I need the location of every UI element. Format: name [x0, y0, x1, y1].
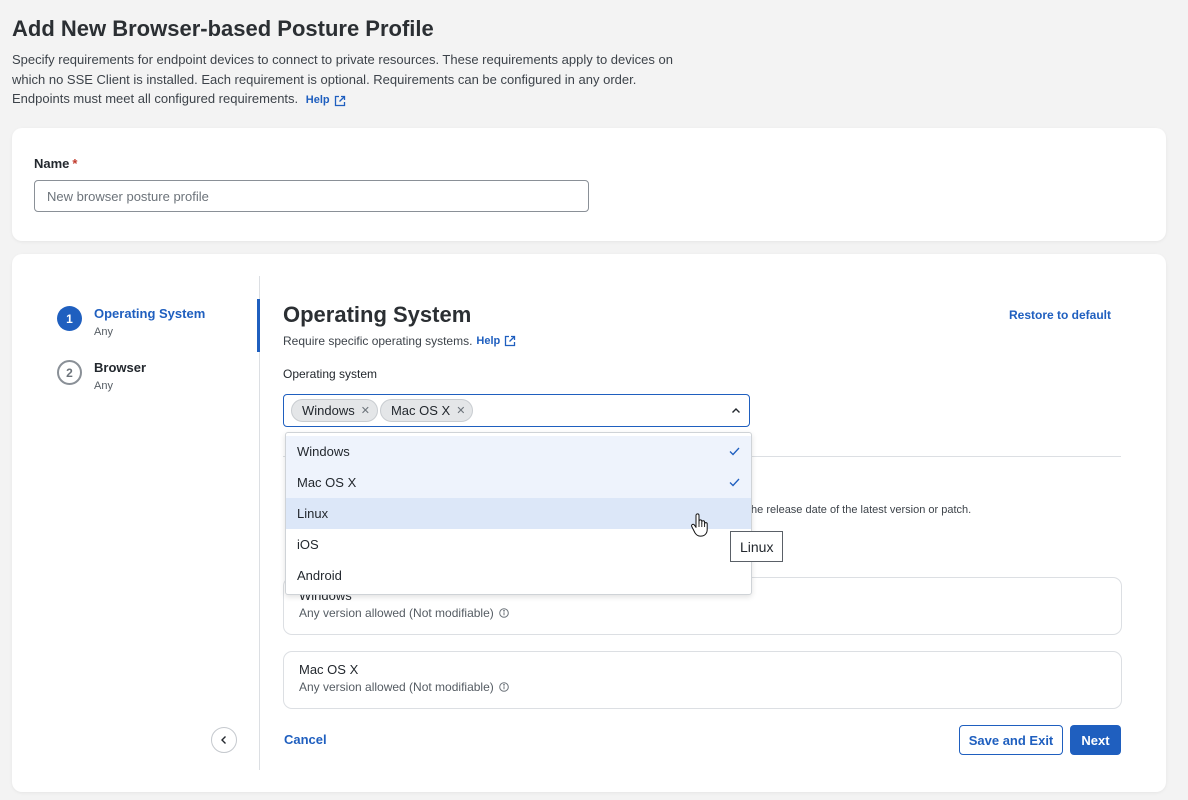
info-icon[interactable] [498, 608, 509, 618]
external-link-icon [334, 95, 345, 106]
linux-tooltip: Linux [730, 531, 784, 562]
section-help-label: Help [476, 335, 501, 347]
name-label: Name * [34, 156, 77, 171]
section-help-link[interactable]: Help [476, 335, 516, 347]
os-card-subtitle: Any version allowed (Not modifiable) [299, 606, 1106, 620]
name-input[interactable] [34, 180, 589, 212]
step-title: Browser [94, 360, 147, 375]
external-link-icon [505, 335, 516, 347]
chevron-left-icon [221, 736, 226, 744]
info-icon[interactable] [498, 682, 509, 692]
os-card-subtitle: Any version allowed (Not modifiable) [299, 680, 1106, 694]
restore-default-link[interactable]: Restore to default [1009, 308, 1111, 322]
os-card-subtitle-text: Any version allowed (Not modifiable) [299, 606, 494, 620]
option-label: Android [297, 568, 342, 583]
section-description-text: Require specific operating systems. [283, 334, 473, 348]
next-button[interactable]: Next [1070, 725, 1121, 755]
step-number: 1 [57, 306, 82, 331]
name-label-text: Name [34, 156, 70, 171]
dropdown-option-ios[interactable]: iOS [286, 529, 751, 560]
name-card: Name * [12, 128, 1166, 241]
obscured-help-text: the release date of the latest version o… [748, 504, 972, 516]
option-label: Windows [297, 444, 350, 459]
page-help-link[interactable]: Help [306, 91, 346, 111]
required-mark: * [72, 156, 78, 171]
hand-cursor-icon [691, 513, 708, 537]
os-dropdown-menu: Windows Mac OS X Linux iOS Android [285, 432, 752, 595]
step-subtitle: Any [94, 326, 113, 338]
dropdown-option-windows[interactable]: Windows [286, 436, 751, 467]
chevron-up-icon [732, 408, 740, 413]
chip-windows: Windows ✕ [291, 399, 378, 422]
steps-active-indicator [257, 299, 260, 352]
chip-label: Mac OS X [390, 403, 451, 418]
os-card-mac-os-x: Mac OS X Any version allowed (Not modifi… [283, 651, 1122, 709]
remove-chip-icon[interactable]: ✕ [361, 404, 370, 417]
check-icon [729, 478, 740, 487]
page-help-label: Help [305, 94, 330, 106]
chip-mac-os-x: Mac OS X ✕ [379, 399, 474, 422]
section-description: Require specific operating systems. Help [283, 334, 516, 348]
chip-label: Windows [302, 403, 355, 418]
section-title: Operating System [283, 302, 472, 327]
dropdown-option-mac-os-x[interactable]: Mac OS X [286, 467, 751, 498]
step-number: 2 [57, 360, 82, 385]
collapse-steps-button[interactable] [211, 727, 237, 753]
option-label: Linux [297, 506, 329, 521]
dropdown-option-linux[interactable]: Linux [286, 498, 751, 529]
cancel-button[interactable]: Cancel [284, 732, 327, 747]
step-operating-system[interactable]: 1 Operating System Any [57, 306, 205, 338]
check-icon [729, 447, 740, 456]
step-subtitle: Any [94, 380, 113, 392]
page-description: Specify requirements for endpoint device… [12, 50, 692, 111]
os-card-name: Mac OS X [299, 662, 359, 677]
dropdown-option-android[interactable]: Android [286, 560, 751, 591]
os-select-label: Operating system [283, 367, 378, 381]
os-card-subtitle-text: Any version allowed (Not modifiable) [299, 680, 494, 694]
page-title: Add New Browser-based Posture Profile [12, 16, 434, 41]
option-label: iOS [297, 537, 319, 552]
step-title: Operating System [94, 306, 206, 321]
save-and-exit-button[interactable]: Save and Exit [959, 725, 1063, 755]
remove-chip-icon[interactable]: ✕ [456, 404, 465, 417]
os-multiselect[interactable]: Windows ✕ Mac OS X ✕ [283, 394, 750, 427]
step-browser[interactable]: 2 Browser Any [57, 360, 146, 392]
option-label: Mac OS X [297, 475, 357, 490]
